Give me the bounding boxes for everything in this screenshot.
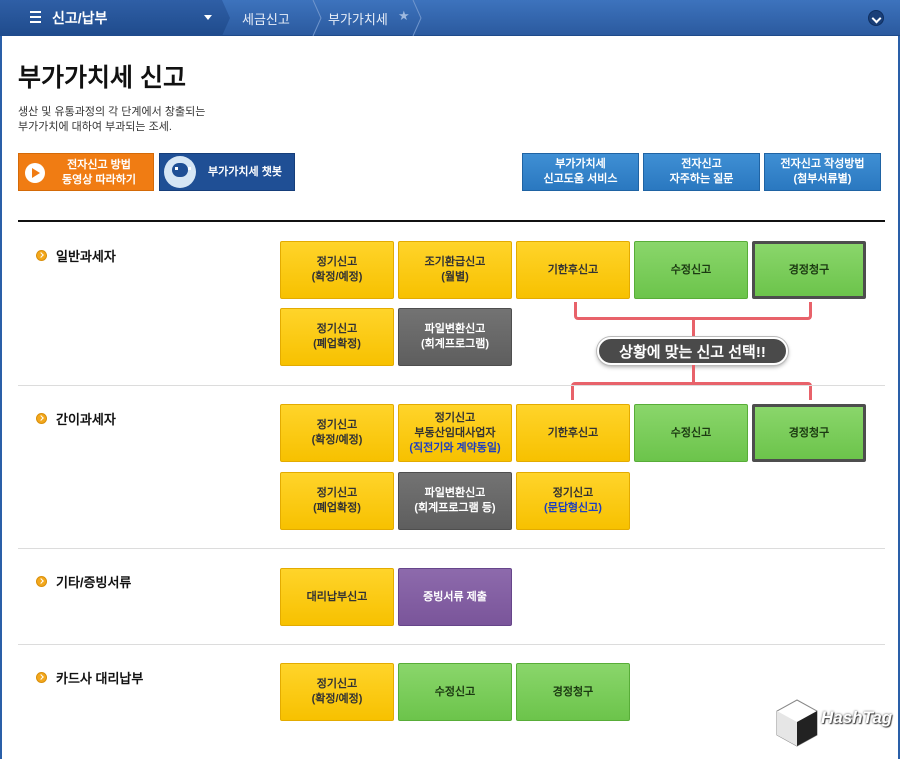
label-line: 자주하는 질문 (669, 173, 734, 185)
top-navigation-bar: 신고/납부 세금신고 부가가치세 ★ (0, 0, 900, 36)
section-divider (18, 644, 885, 645)
card-regular-filing-button[interactable]: 정기신고 (확정/예정) (280, 663, 394, 721)
chatbot-icon (164, 156, 196, 188)
label-line: 파일변환신고 (424, 487, 486, 499)
section-label-other: 기타/증빙서류 (36, 572, 131, 591)
callout-badge: 상황에 맞는 신고 선택!! (597, 337, 788, 365)
general-regular-filing-button[interactable]: 정기신고 (확정/예정) (280, 241, 394, 299)
agent-payment-filing-button[interactable]: 대리납부신고 (280, 568, 394, 626)
chevron-down-icon[interactable] (204, 15, 212, 20)
label-line: 전자신고 (681, 158, 722, 170)
filing-help-service-button[interactable]: 부가가치세신고도움 서비스 (522, 153, 639, 191)
bracket-bottom-stem (692, 365, 695, 383)
section-label-text: 카드사 대리납부 (56, 671, 144, 686)
bracket-top-stem (692, 319, 695, 337)
label-line: (확정/예정) (311, 693, 363, 705)
label-line: (확정/예정) (311, 271, 363, 283)
label-line: 파일변환신고 (424, 323, 486, 335)
label-line: 동영상 따라하기 (62, 174, 136, 186)
section-divider (18, 385, 885, 386)
label-line: 부가가치세 (555, 158, 606, 170)
menu-title[interactable]: 신고/납부 (52, 8, 107, 28)
section-label-text: 일반과세자 (56, 249, 116, 264)
general-file-conversion-button[interactable]: 파일변환신고 (회계프로그램) (398, 308, 512, 366)
description-line: 부가가치에 대하여 부과되는 조세. (18, 121, 172, 133)
label-line: 정기신고 (316, 487, 358, 499)
play-icon (25, 163, 45, 183)
section-divider (18, 548, 885, 549)
section-label-simplified: 간이과세자 (36, 409, 116, 428)
general-amended-filing-button[interactable]: 수정신고 (634, 241, 748, 299)
breadcrumb-vat[interactable]: 부가가치세 (328, 9, 388, 28)
label-line: (첨부서류별) (793, 173, 852, 185)
simple-amended-filing-button[interactable]: 수정신고 (634, 404, 748, 462)
general-late-filing-button[interactable]: 기한후신고 (516, 241, 630, 299)
vat-chatbot-button[interactable]: 부가가치세 챗봇 (159, 153, 295, 191)
label-line: 정기신고 (316, 256, 358, 268)
breadcrumb-separator-icon (412, 0, 422, 36)
simple-regular-filing-button[interactable]: 정기신고 (확정/예정) (280, 404, 394, 462)
section-label-card: 카드사 대리납부 (36, 668, 143, 687)
watermark-logo: HashTag (775, 692, 892, 750)
label-line: (폐업확정) (313, 502, 361, 514)
label-line: 부동산임대사업자 (414, 426, 496, 439)
label-note: (직전기와 계약동일) (409, 441, 501, 454)
label-line: (회계프로그램 등) (414, 502, 496, 514)
collapse-toggle-icon[interactable] (868, 10, 884, 26)
section-label-text: 간이과세자 (56, 412, 116, 427)
card-correction-claim-button[interactable]: 경정청구 (516, 663, 630, 721)
page-description: 생산 및 유통과정의 각 단계에서 창출되는 부가가치에 대하여 부과되는 조세… (18, 105, 205, 135)
filing-guide-button[interactable]: 전자신고 작성방법 (첨부서류별) (764, 153, 881, 191)
label-line: 전자신고 작성방법 (780, 158, 865, 170)
bullet-icon (36, 250, 47, 261)
simple-qa-filing-button[interactable]: 정기신고 (문답형신고) (516, 472, 630, 530)
section-divider-thick (18, 220, 885, 222)
label-line: (폐업확정) (313, 338, 361, 350)
label-line: (회계프로그램) (420, 338, 490, 350)
breadcrumb-tax-filing[interactable]: 세금신고 (242, 9, 290, 28)
general-correction-claim-button[interactable]: 경정청구 (752, 241, 866, 299)
video-button-label: 전자신고 방법 동영상 따라하기 (49, 158, 149, 188)
label-note: (문답형신고) (544, 502, 602, 514)
simple-correction-claim-button[interactable]: 경정청구 (752, 404, 866, 462)
label-line: 신고도움 서비스 (543, 173, 618, 185)
cube-logo-icon (776, 699, 818, 747)
bracket-top (574, 302, 812, 320)
section-label-text: 기타/증빙서류 (56, 575, 132, 590)
label-line: (월별) (441, 271, 469, 283)
label-line: 전자신고 방법 (67, 159, 131, 171)
bullet-icon (36, 672, 47, 683)
chatbot-button-label: 부가가치세 챗봇 (208, 166, 282, 178)
card-amended-filing-button[interactable]: 수정신고 (398, 663, 512, 721)
label-line: 정기신고 (316, 419, 358, 431)
video-tutorial-button[interactable]: 전자신고 방법 동영상 따라하기 (18, 153, 154, 191)
label-line: 조기환급신고 (424, 256, 486, 268)
breadcrumb-separator-icon (312, 0, 322, 36)
submit-documents-button[interactable]: 증빙서류 제출 (398, 568, 512, 626)
simple-closure-filing-button[interactable]: 정기신고 (폐업확정) (280, 472, 394, 530)
label-line: (확정/예정) (311, 434, 363, 446)
label-line: 정기신고 (552, 487, 594, 499)
hamburger-icon[interactable] (30, 11, 41, 23)
section-label-general: 일반과세자 (36, 246, 116, 265)
bullet-icon (36, 576, 47, 587)
simple-file-conversion-button[interactable]: 파일변환신고 (회계프로그램 등) (398, 472, 512, 530)
watermark-text: HashTag (821, 708, 893, 727)
simple-late-filing-button[interactable]: 기한후신고 (516, 404, 630, 462)
faq-button[interactable]: 전자신고자주하는 질문 (643, 153, 760, 191)
label-line: 정기신고 (434, 411, 476, 424)
general-closure-filing-button[interactable]: 정기신고 (폐업확정) (280, 308, 394, 366)
label-line: 정기신고 (316, 678, 358, 690)
simple-rental-filing-button[interactable]: 정기신고부동산임대사업자 (직전기와 계약동일) (398, 404, 512, 462)
star-icon[interactable]: ★ (398, 9, 410, 24)
general-early-refund-button[interactable]: 조기환급신고 (월별) (398, 241, 512, 299)
label-line: 정기신고 (316, 323, 358, 335)
bullet-icon (36, 413, 47, 424)
description-line: 생산 및 유통과정의 각 단계에서 창출되는 (18, 106, 206, 118)
page-title: 부가가치세 신고 (18, 64, 186, 92)
